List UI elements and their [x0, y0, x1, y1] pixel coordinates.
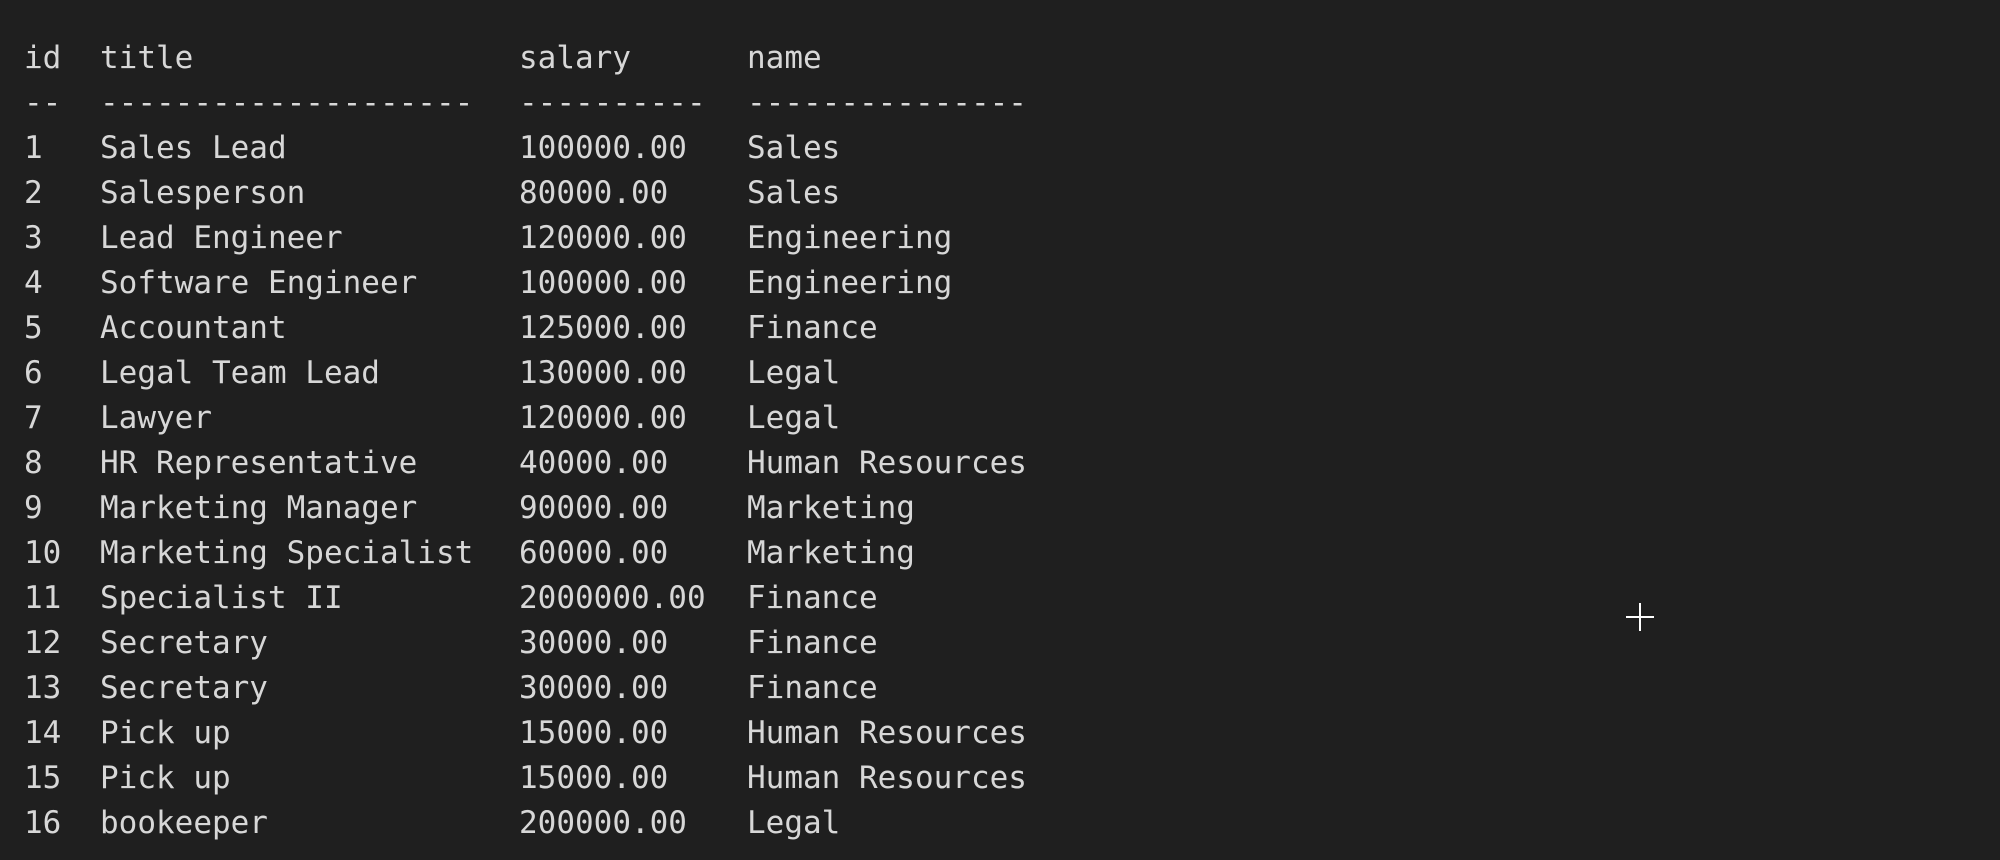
- cell-name: Engineering: [747, 220, 953, 256]
- cell-salary: 40000.00: [519, 445, 669, 481]
- table-row: 12 Secretary 30000.00 Finance: [24, 623, 2000, 668]
- cell-id: 12: [24, 625, 62, 661]
- cell-name: Marketing: [747, 535, 915, 571]
- table-row: 10 Marketing Specialist 60000.00 Marketing: [24, 533, 2000, 578]
- cell-title: Sales Lead: [100, 130, 287, 166]
- cell-title: Secretary: [100, 625, 268, 661]
- cell-id: 8: [24, 445, 43, 481]
- cell-title: bookeeper: [100, 805, 268, 841]
- table-row: 9 Marketing Manager 90000.00 Marketing: [24, 488, 2000, 533]
- cell-name: Sales: [747, 130, 841, 166]
- table-row: 3 Lead Engineer 120000.00 Engineering: [24, 218, 2000, 263]
- cell-title: Pick up: [100, 760, 231, 796]
- cell-title: Salesperson: [100, 175, 306, 211]
- separator-name: ---------------: [747, 85, 1027, 121]
- table-row: 2 Salesperson 80000.00 Sales: [24, 173, 2000, 218]
- cell-name: Human Resources: [747, 445, 1027, 481]
- table-separator-row: -- -------------------- ---------- -----…: [24, 83, 2000, 128]
- cell-name: Finance: [747, 580, 878, 616]
- header-title: title: [100, 40, 194, 76]
- cell-title: Lawyer: [100, 400, 212, 436]
- table-row: 6 Legal Team Lead 130000.00 Legal: [24, 353, 2000, 398]
- cell-name: Marketing: [747, 490, 915, 526]
- cell-salary: 125000.00: [519, 310, 687, 346]
- header-salary: salary: [519, 40, 631, 76]
- cell-salary: 100000.00: [519, 265, 687, 301]
- table-row: 13 Secretary 30000.00 Finance: [24, 668, 2000, 713]
- separator-title: --------------------: [100, 85, 474, 121]
- cell-salary: 30000.00: [519, 670, 669, 706]
- cell-salary: 15000.00: [519, 760, 669, 796]
- table-row: 4 Software Engineer 100000.00 Engineering: [24, 263, 2000, 308]
- cell-id: 16: [24, 805, 62, 841]
- cell-title: Lead Engineer: [100, 220, 343, 256]
- table-row: 5 Accountant 125000.00 Finance: [24, 308, 2000, 353]
- cell-id: 2: [24, 175, 43, 211]
- table-row: 8 HR Representative 40000.00 Human Resource…: [24, 443, 2000, 488]
- cell-name: Finance: [747, 625, 878, 661]
- cell-id: 7: [24, 400, 43, 436]
- cell-name: Finance: [747, 670, 878, 706]
- terminal-output[interactable]: id title salary name -- ----------------…: [0, 0, 2000, 860]
- cell-id: 4: [24, 265, 43, 301]
- cell-name: Human Resources: [747, 760, 1027, 796]
- cell-name: Finance: [747, 310, 878, 346]
- header-id: id: [24, 40, 62, 76]
- cell-title: HR Representative: [100, 445, 418, 481]
- cell-name: Legal: [747, 355, 841, 391]
- cell-salary: 80000.00: [519, 175, 669, 211]
- cell-salary: 200000.00: [519, 805, 687, 841]
- cell-salary: 15000.00: [519, 715, 669, 751]
- cell-id: 6: [24, 355, 43, 391]
- table-header-row: id title salary name: [24, 38, 2000, 83]
- cell-id: 13: [24, 670, 62, 706]
- cell-salary: 120000.00: [519, 400, 687, 436]
- cell-salary: 30000.00: [519, 625, 669, 661]
- cell-title: Accountant: [100, 310, 287, 346]
- cell-salary: 120000.00: [519, 220, 687, 256]
- cell-name: Human Resources: [747, 715, 1027, 751]
- separator-id: --: [24, 85, 62, 121]
- table-row: 11 Specialist II 2000000.00 Finance: [24, 578, 2000, 623]
- cell-salary: 90000.00: [519, 490, 669, 526]
- cell-id: 5: [24, 310, 43, 346]
- cell-id: 3: [24, 220, 43, 256]
- crosshair-cursor-icon: [1626, 603, 1654, 631]
- cell-title: Pick up: [100, 715, 231, 751]
- cell-title: Marketing Specialist: [100, 535, 474, 571]
- cell-salary: 2000000.00: [519, 580, 706, 616]
- cell-name: Sales: [747, 175, 841, 211]
- table-row: 15 Pick up 15000.00 Human Resources: [24, 758, 2000, 803]
- cell-title: Marketing Manager: [100, 490, 418, 526]
- cell-name: Legal: [747, 400, 841, 436]
- cell-title: Legal Team Lead: [100, 355, 380, 391]
- table-row: 1 Sales Lead 100000.00 Sales: [24, 128, 2000, 173]
- header-name: name: [747, 40, 822, 76]
- cell-id: 11: [24, 580, 62, 616]
- table-row: 16 bookeeper 200000.00 Legal: [24, 803, 2000, 848]
- cell-name: Engineering: [747, 265, 953, 301]
- table-row: 7 Lawyer 120000.00 Legal: [24, 398, 2000, 443]
- separator-salary: ----------: [519, 85, 706, 121]
- cell-id: 9: [24, 490, 43, 526]
- cell-title: Software Engineer: [100, 265, 418, 301]
- cell-title: Specialist II: [100, 580, 343, 616]
- cell-id: 10: [24, 535, 62, 571]
- cell-id: 1: [24, 130, 43, 166]
- cell-title: Secretary: [100, 670, 268, 706]
- table-body: 1 Sales Lead 100000.00 Sales 2 Salesperson 800…: [24, 128, 2000, 848]
- cell-id: 14: [24, 715, 62, 751]
- table-row: 14 Pick up 15000.00 Human Resources: [24, 713, 2000, 758]
- cell-salary: 130000.00: [519, 355, 687, 391]
- cell-salary: 60000.00: [519, 535, 669, 571]
- cell-name: Legal: [747, 805, 841, 841]
- cell-salary: 100000.00: [519, 130, 687, 166]
- cell-id: 15: [24, 760, 62, 796]
